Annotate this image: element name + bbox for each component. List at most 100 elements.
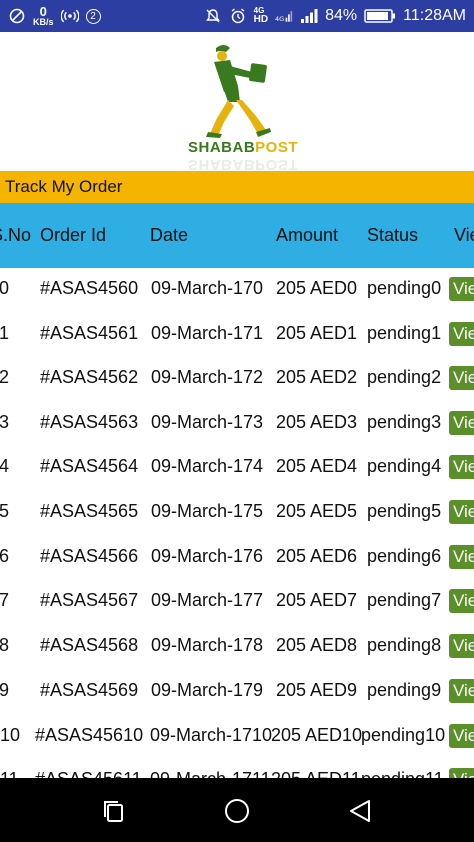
table-header: S.No Order Id Date Amount Status View (0, 203, 474, 268)
table-row: 6 #ASAS4566 09-March-176 205 AED6 pendin… (0, 536, 474, 580)
table-row: 10 #ASAS45610 09-March-1710 205 AED10 pe… (0, 715, 474, 759)
brand-name-part2: POST (255, 139, 299, 156)
cell-sno: 5 (0, 501, 10, 521)
hotspot-icon (60, 7, 79, 25)
recents-icon[interactable] (100, 797, 128, 825)
svg-text:4G: 4G (275, 15, 284, 23)
back-icon[interactable] (346, 797, 374, 825)
cell-date: 09-March-1711 (150, 769, 271, 778)
table-row: 2 #ASAS4562 09-March-172 205 AED2 pendin… (0, 357, 474, 401)
data-saver-icon (8, 7, 26, 25)
cell-sno: 9 (0, 680, 10, 700)
orders-list[interactable]: 0 #ASAS4560 09-March-170 205 AED0 pendin… (0, 268, 474, 778)
view-button[interactable]: View (449, 768, 474, 778)
view-button[interactable]: View (449, 455, 474, 479)
home-icon[interactable] (223, 797, 251, 825)
cell-status: pending2 (367, 367, 442, 387)
cell-date: 09-March-177 (151, 590, 264, 610)
cell-amount: 205 AED5 (276, 501, 358, 521)
cell-amount: 205 AED4 (276, 456, 358, 476)
cell-status: pending8 (367, 635, 442, 655)
cell-amount: 205 AED7 (276, 590, 358, 610)
cell-date: 09-March-172 (151, 367, 264, 387)
view-button[interactable]: View (449, 277, 474, 301)
table-row: 9 #ASAS4569 09-March-179 205 AED9 pendin… (0, 670, 474, 714)
cell-sno: 4 (0, 456, 10, 476)
shababpost-logo-icon (206, 45, 271, 138)
cell-date: 09-March-176 (151, 546, 264, 566)
cell-sno: 2 (0, 367, 10, 387)
view-button[interactable]: View (449, 679, 474, 703)
cell-order-id: #ASAS4562 (40, 367, 139, 387)
logo-area: SHABABPOST SHABABPOST (0, 32, 474, 173)
cell-order-id: #ASAS45610 (35, 725, 144, 745)
header-order-id: Order Id (40, 225, 107, 245)
notification-count-icon: 2 (85, 8, 101, 24)
header-sno: S.No (0, 225, 32, 245)
cell-status: pending6 (367, 546, 442, 566)
cell-amount: 205 AED9 (276, 680, 358, 700)
header-date: Date (150, 225, 189, 245)
cell-sno: 11 (0, 769, 19, 778)
table-row: 7 #ASAS4567 09-March-177 205 AED7 pendin… (0, 580, 474, 624)
network-label-hd: HD (253, 14, 269, 25)
cell-date: 09-March-175 (151, 501, 264, 521)
track-order-bar: Track My Order (0, 171, 474, 203)
table-row: 11 #ASAS45611 09-March-1711 205 AED11 pe… (0, 759, 474, 778)
table-row: 8 #ASAS4568 09-March-178 205 AED8 pendin… (0, 625, 474, 669)
cell-order-id: #ASAS4569 (40, 680, 139, 700)
cell-sno: 0 (0, 278, 10, 298)
cell-amount: 205 AED2 (276, 367, 358, 387)
cell-order-id: #ASAS4560 (40, 278, 139, 298)
status-bar: 0 KB/s 2 4G HD 4G 84% 11:28AM (0, 0, 474, 32)
view-button[interactable]: View (449, 500, 474, 524)
cell-amount: 205 AED11 (271, 769, 361, 778)
cell-sno: 7 (0, 590, 10, 610)
cell-date: 09-March-174 (151, 456, 264, 476)
network-speed-unit: KB/s (33, 17, 54, 27)
cell-status: pending9 (367, 680, 442, 700)
cell-status: pending4 (367, 456, 442, 476)
brand-name-part1: SHABAB (188, 139, 256, 156)
header-amount: Amount (276, 225, 339, 245)
page-title: Track My Order (5, 177, 123, 196)
clock: 11:28AM (403, 7, 466, 24)
cell-amount: 205 AED3 (276, 412, 358, 432)
cell-order-id: #ASAS4561 (40, 323, 139, 343)
hd-icon: 4G HD (254, 7, 268, 25)
view-button[interactable]: View (449, 322, 474, 346)
table-row: 3 #ASAS4563 09-March-173 205 AED3 pendin… (0, 402, 474, 446)
cell-sno: 6 (0, 546, 10, 566)
network-speed: 0 KB/s (33, 5, 54, 27)
cell-status: pending0 (367, 278, 442, 298)
view-button[interactable]: View (449, 634, 474, 658)
cell-sno: 8 (0, 635, 10, 655)
cell-amount: 205 AED8 (276, 635, 358, 655)
cell-status: pending3 (367, 412, 442, 432)
view-button[interactable]: View (449, 589, 474, 613)
status-bar-left: 0 KB/s 2 (8, 5, 101, 27)
header-status: Status (367, 225, 419, 245)
battery-icon (364, 7, 396, 25)
view-button[interactable]: View (449, 724, 474, 748)
cell-order-id: #ASAS4566 (40, 546, 139, 566)
cell-amount: 205 AED6 (276, 546, 358, 566)
cell-sno: 3 (0, 412, 10, 432)
view-button[interactable]: View (449, 366, 474, 390)
mute-icon (204, 7, 222, 25)
cell-order-id: #ASAS4565 (40, 501, 139, 521)
battery-percent: 84% (325, 7, 358, 24)
navigation-bar (0, 778, 474, 842)
view-button[interactable]: View (449, 411, 474, 435)
table-row: 0 #ASAS4560 09-March-170 205 AED0 pendin… (0, 268, 474, 312)
cell-order-id: #ASAS4568 (40, 635, 139, 655)
cell-date: 09-March-170 (151, 278, 264, 298)
view-button[interactable]: View (449, 545, 474, 569)
cell-order-id: #ASAS4564 (40, 456, 139, 476)
cell-amount: 205 AED10 (271, 725, 363, 745)
cell-status: pending7 (367, 590, 442, 610)
cell-date: 09-March-178 (151, 635, 264, 655)
cell-order-id: #ASAS45611 (35, 769, 142, 778)
cell-amount: 205 AED1 (276, 323, 358, 343)
signal-icon-2 (300, 7, 318, 25)
